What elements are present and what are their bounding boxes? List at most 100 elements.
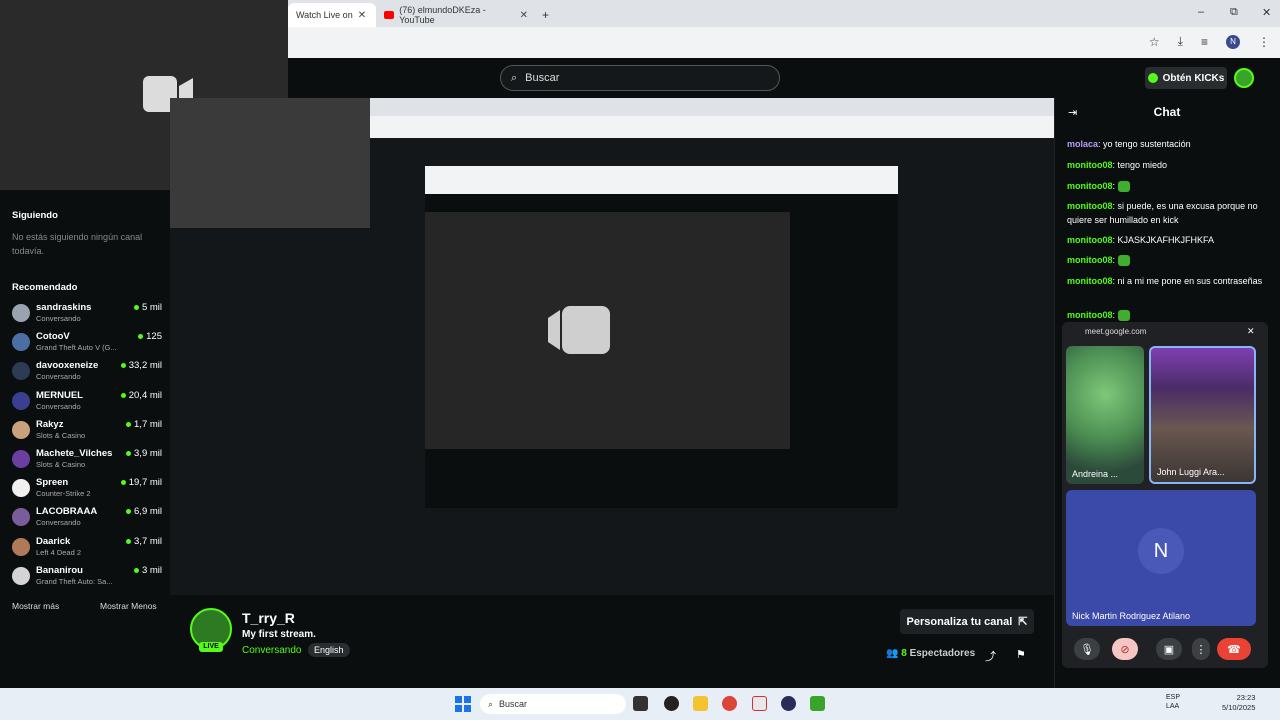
channel-name: Machete_Vilches [36, 448, 113, 459]
clock-date: 5/10/2025 [1222, 703, 1256, 712]
chat-username[interactable]: monitoo08 [1067, 201, 1113, 211]
get-kicks-button[interactable]: Obtén KICKs [1145, 67, 1227, 89]
microphone-button[interactable]: 🎙 [1074, 638, 1100, 660]
add-user-icon[interactable]: ⚑ [1016, 648, 1026, 661]
task-view-icon[interactable] [633, 696, 648, 711]
sidebar-item-lacobraaa[interactable]: LACOBRAAA Conversando 6,9 mil [12, 506, 162, 534]
search-input[interactable]: ⌕ Buscar [500, 65, 780, 91]
maximize-button[interactable]: ⧉ [1230, 6, 1238, 19]
live-dot-icon [138, 334, 144, 340]
chat-username[interactable]: molaca [1067, 139, 1098, 149]
tab-label: (76) elmundoDKEza - YouTube [399, 5, 486, 25]
sidebar-item-mernuel[interactable]: MERNUEL Conversando 20,4 mil [12, 390, 162, 418]
bookmark-star-icon[interactable]: ☆ [1149, 35, 1160, 49]
chat-username[interactable]: monitoo08 [1067, 160, 1113, 170]
stream-category[interactable]: Conversando [242, 645, 301, 656]
viewer-label: Espectadores [909, 648, 976, 659]
live-badge: LIVE [199, 642, 223, 652]
channel-avatar [12, 450, 30, 468]
lang-sub: LAA [1166, 703, 1180, 710]
leave-call-button[interactable]: ☎ [1217, 638, 1251, 660]
sidebar-item-spreen[interactable]: Spreen Counter-Strike 2 19,7 mil [12, 477, 162, 505]
chat-username[interactable]: monitoo08 [1067, 255, 1113, 265]
chat-message: monitoo08: tengo miedo [1067, 160, 1168, 170]
participant-tile[interactable]: N Nick Martin Rodriguez Atilano [1066, 490, 1256, 626]
taskbar-search[interactable]: ⌕ Buscar [480, 694, 626, 714]
nested-camera-preview [170, 98, 370, 228]
app-icon[interactable] [810, 696, 825, 711]
language-tag[interactable]: English [308, 643, 350, 657]
participant-tile[interactable]: Andreina ... [1066, 346, 1144, 484]
chat-username[interactable]: monitoo08 [1067, 181, 1113, 191]
sidebar-item-sandraskins[interactable]: sandraskins Conversando 5 mil [12, 302, 162, 330]
profile-avatar[interactable]: N [1226, 34, 1240, 49]
chat-username[interactable]: monitoo08 [1067, 310, 1113, 320]
sidebar-item-rakyz[interactable]: Rakyz Slots & Casino 1,7 mil [12, 419, 162, 447]
camera-off-button[interactable]: ⊘ [1112, 638, 1138, 660]
sidebar-item-cotoov[interactable]: CotooV Grand Theft Auto V (G... 125 [12, 331, 162, 359]
customize-channel-button[interactable]: Personaliza tu canal ⇱ [900, 609, 1034, 634]
close-icon[interactable]: ✕ [520, 10, 528, 21]
obs-icon[interactable] [781, 696, 796, 711]
show-less-button[interactable]: Mostrar Menos [100, 601, 157, 611]
chat-message: monitoo08: KJASKJKAFHKJFHKFA [1067, 235, 1215, 245]
close-icon[interactable]: ✕ [1247, 326, 1255, 337]
present-button[interactable]: ▣ [1156, 638, 1182, 660]
tab-kick[interactable]: Watch Live on ✕ [288, 3, 376, 27]
viewer-count-text: 1,7 mil [134, 418, 162, 430]
sidebar-item-bananirou[interactable]: Bananirou Grand Theft Auto: Sa... 3 mil [12, 565, 162, 593]
emote-icon [1117, 310, 1130, 322]
chat-username[interactable]: monitoo08 [1067, 276, 1113, 286]
channel-name: davooxeneize [36, 360, 99, 372]
close-icon[interactable]: ✕ [358, 10, 366, 21]
external-link-icon: ⇱ [1018, 616, 1028, 628]
following-title: Siguiendo [12, 210, 58, 221]
menu-icon[interactable]: ⋮ [1258, 35, 1270, 49]
chat-message: monitoo08: [1067, 253, 1267, 267]
new-tab-button[interactable]: + [534, 3, 554, 27]
show-more-button[interactable]: Mostrar más [12, 601, 59, 611]
channel-avatar [12, 566, 30, 585]
emote-icon [1117, 181, 1130, 193]
participant-avatar: N [1138, 528, 1184, 574]
viewer-count-text: 5 mil [141, 302, 162, 313]
clock[interactable]: 23:23 5/10/2025 [1222, 693, 1255, 713]
participant-tile[interactable]: John Luggi Ara... [1149, 346, 1256, 484]
sidebar-item-davooxeneize[interactable]: davooxeneize Conversando 33,2 mil [12, 360, 162, 388]
sidebar-item-machete_vilches[interactable]: Machete_Vilches Slots & Casino 3,9 mil [12, 448, 162, 476]
tab-youtube[interactable]: (76) elmundoDKEza - YouTube ✕ [376, 3, 536, 27]
channel-category: Left 4 Dead 2 [36, 547, 82, 557]
file-explorer-icon[interactable] [693, 696, 708, 711]
share-icon[interactable]: ⤴ [985, 648, 996, 664]
media-icon[interactable]: ≡ [1201, 35, 1208, 49]
chat-title: Chat [1153, 105, 1181, 119]
channel-avatar [12, 333, 30, 352]
channel-viewers: 1,7 mil [126, 419, 162, 430]
viewer-number: 8 [901, 648, 907, 659]
participant-name: John Luggi Ara... [1157, 467, 1225, 477]
more-options-button[interactable]: ⋮ [1192, 638, 1210, 660]
clock-time: 23:23 [1236, 693, 1256, 702]
app-icon[interactable] [752, 696, 767, 711]
viewer-count-text: 3 mil [141, 564, 162, 576]
download-icon[interactable]: ⤓ [1178, 34, 1183, 49]
search-placeholder: Buscar [525, 72, 560, 84]
live-dot-icon [126, 421, 132, 427]
chat-username[interactable]: monitoo08 [1067, 235, 1113, 245]
user-avatar[interactable] [1234, 68, 1254, 88]
close-window-button[interactable]: ✕ [1262, 6, 1271, 19]
channel-name: Spreen [36, 477, 69, 489]
live-dot-icon [133, 567, 139, 573]
kick-header [288, 58, 1280, 98]
channel-avatar [12, 537, 30, 556]
channel-viewers: 3,9 mil [126, 448, 162, 459]
sidebar-item-daarick[interactable]: Daarick Left 4 Dead 2 3,7 mil [12, 536, 162, 564]
streamer-name[interactable]: T_rry_R [242, 610, 295, 626]
chat-message: monitoo08: si puede, es una excusa porqu… [1067, 201, 1258, 225]
chrome-icon[interactable] [722, 696, 737, 711]
language-indicator[interactable]: ESP LAA [1166, 693, 1180, 711]
channel-name: Rakyz [36, 418, 64, 430]
app-icon[interactable] [664, 696, 679, 711]
minimize-button[interactable]: – [1198, 6, 1204, 18]
windows-start-icon[interactable] [455, 696, 471, 712]
